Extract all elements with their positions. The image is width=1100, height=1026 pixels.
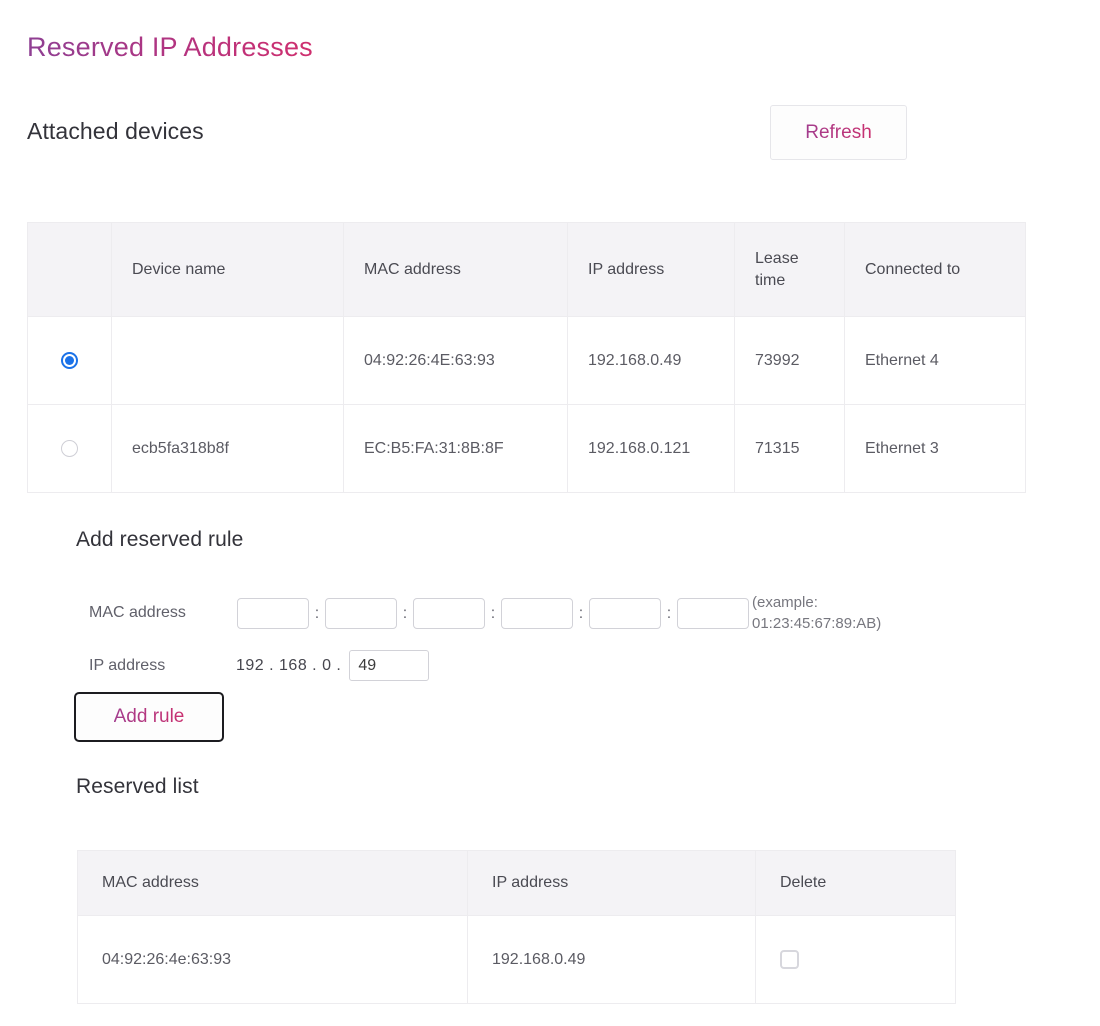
column-header-device-name: Device name bbox=[112, 223, 344, 317]
device-mac-cell: EC:B5:FA:31:8B:8F bbox=[344, 405, 568, 493]
table-row: 04:92:26:4e:63:93 192.168.0.49 bbox=[78, 916, 956, 1004]
ip-address-label: IP address bbox=[89, 657, 165, 675]
mac-separator: : bbox=[397, 605, 413, 623]
mac-separator: : bbox=[661, 605, 677, 623]
add-rule-button[interactable]: Add rule bbox=[74, 692, 224, 742]
column-header-connected-to: Connected to bbox=[845, 223, 1026, 317]
column-header-ip-address: IP address bbox=[568, 223, 735, 317]
attached-devices-table: Device name MAC address IP address Lease… bbox=[27, 222, 1026, 493]
mac-segment-input-6[interactable] bbox=[677, 598, 749, 629]
reserved-mac-cell: 04:92:26:4e:63:93 bbox=[78, 916, 468, 1004]
ip-address-input-group: 192 . 168 . 0 . bbox=[236, 650, 429, 681]
device-radio-button[interactable] bbox=[61, 352, 78, 369]
reserved-ip-cell: 192.168.0.49 bbox=[468, 916, 756, 1004]
table-header-row: Device name MAC address IP address Lease… bbox=[28, 223, 1026, 317]
device-ip-cell: 192.168.0.121 bbox=[568, 405, 735, 493]
add-reserved-rule-heading: Add reserved rule bbox=[76, 528, 243, 552]
ip-address-prefix: 192 . 168 . 0 . bbox=[236, 657, 341, 675]
mac-address-label: MAC address bbox=[89, 604, 186, 622]
reserved-delete-cell[interactable] bbox=[756, 916, 956, 1004]
device-lease-cell: 71315 bbox=[735, 405, 845, 493]
mac-separator: : bbox=[309, 605, 325, 623]
reserved-list-table: MAC address IP address Delete 04:92:26:4… bbox=[77, 850, 956, 1004]
device-connected-cell: Ethernet 3 bbox=[845, 405, 1026, 493]
mac-separator: : bbox=[485, 605, 501, 623]
column-header-delete: Delete bbox=[756, 851, 956, 916]
attached-devices-heading: Attached devices bbox=[27, 118, 204, 145]
column-header-select bbox=[28, 223, 112, 317]
mac-segment-input-2[interactable] bbox=[325, 598, 397, 629]
delete-checkbox[interactable] bbox=[780, 950, 799, 969]
table-row[interactable]: 04:92:26:4E:63:93 192.168.0.49 73992 Eth… bbox=[28, 317, 1026, 405]
ip-last-octet-input[interactable] bbox=[349, 650, 429, 681]
device-name-cell bbox=[112, 317, 344, 405]
device-name-cell: ecb5fa318b8f bbox=[112, 405, 344, 493]
refresh-button-label: Refresh bbox=[805, 122, 872, 144]
table-header-row: MAC address IP address Delete bbox=[78, 851, 956, 916]
mac-segment-input-4[interactable] bbox=[501, 598, 573, 629]
mac-address-example-text: (example: 01:23:45:67:89:AB) bbox=[752, 592, 932, 635]
mac-segment-input-1[interactable] bbox=[237, 598, 309, 629]
column-header-mac-address: MAC address bbox=[344, 223, 568, 317]
device-ip-cell: 192.168.0.49 bbox=[568, 317, 735, 405]
mac-segment-input-3[interactable] bbox=[413, 598, 485, 629]
column-header-reserved-ip: IP address bbox=[468, 851, 756, 916]
device-select-cell[interactable] bbox=[28, 405, 112, 493]
device-lease-cell: 73992 bbox=[735, 317, 845, 405]
mac-segment-input-5[interactable] bbox=[589, 598, 661, 629]
device-radio-button[interactable] bbox=[61, 440, 78, 457]
device-mac-cell: 04:92:26:4E:63:93 bbox=[344, 317, 568, 405]
column-header-lease-time: Lease time bbox=[735, 223, 845, 317]
reserved-list-heading: Reserved list bbox=[76, 775, 199, 799]
add-rule-button-label: Add rule bbox=[114, 706, 185, 728]
mac-separator: : bbox=[573, 605, 589, 623]
page-title: Reserved IP Addresses bbox=[27, 32, 313, 63]
device-select-cell[interactable] bbox=[28, 317, 112, 405]
table-row[interactable]: ecb5fa318b8f EC:B5:FA:31:8B:8F 192.168.0… bbox=[28, 405, 1026, 493]
device-connected-cell: Ethernet 4 bbox=[845, 317, 1026, 405]
refresh-button[interactable]: Refresh bbox=[770, 105, 907, 160]
mac-address-input-group: : : : : : bbox=[237, 598, 749, 629]
column-header-reserved-mac: MAC address bbox=[78, 851, 468, 916]
